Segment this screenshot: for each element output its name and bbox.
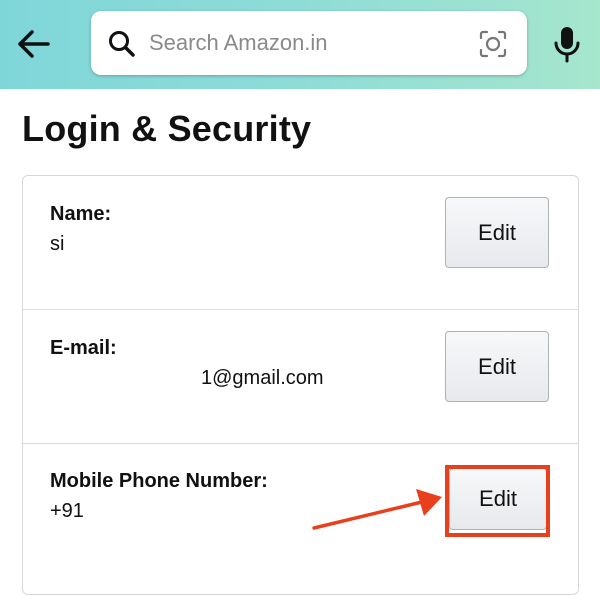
- search-input[interactable]: [149, 23, 469, 63]
- edit-email-button[interactable]: Edit: [445, 331, 549, 402]
- email-label: E-mail:: [50, 337, 117, 359]
- page-title: Login & Security: [22, 108, 312, 149]
- camera-lens-icon[interactable]: [477, 28, 509, 60]
- name-value: si: [50, 233, 65, 255]
- edit-name-button[interactable]: Edit: [445, 197, 549, 268]
- email-value: 1@gmail.com: [201, 367, 324, 389]
- name-row: Name: si Edit: [23, 176, 578, 309]
- name-label: Name:: [50, 203, 112, 225]
- edit-phone-button[interactable]: Edit: [449, 468, 547, 530]
- search-icon: [109, 31, 135, 57]
- search-bar[interactable]: [91, 11, 527, 75]
- phone-value: +91: [50, 500, 84, 522]
- email-row: E-mail: 1@gmail.com Edit: [23, 310, 578, 443]
- account-settings-card: Name: si Edit E-mail: 1@gmail.com Edit M…: [22, 175, 579, 595]
- voice-search-button[interactable]: [550, 25, 584, 65]
- phone-label: Mobile Phone Number:: [50, 470, 268, 492]
- top-header-bar: [0, 0, 600, 89]
- phone-row: Mobile Phone Number: +91 Edit: [23, 444, 578, 596]
- back-arrow-icon: [18, 30, 50, 58]
- microphone-icon: [554, 27, 580, 63]
- back-button[interactable]: [14, 26, 54, 62]
